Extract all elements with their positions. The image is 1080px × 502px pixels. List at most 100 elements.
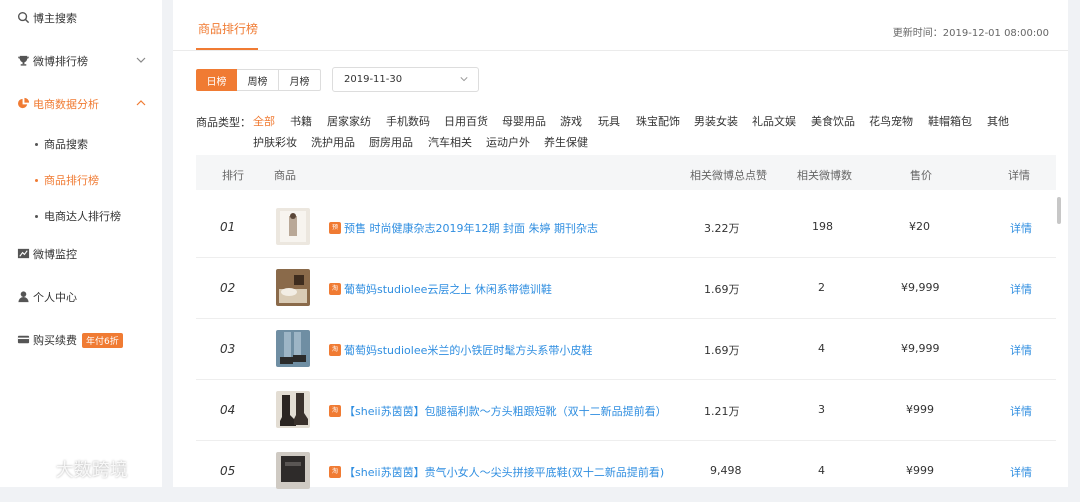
divider: [173, 50, 1068, 51]
scrollbar-thumb[interactable]: [1057, 197, 1061, 224]
category-item[interactable]: 护肤彩妆: [253, 134, 297, 150]
period-daily-button[interactable]: 日榜: [196, 69, 237, 91]
likes-cell: 1.21万: [704, 405, 740, 418]
product-name-link[interactable]: 预售 时尚健康杂志2019年12期 封面 朱婷 期刊杂志: [344, 220, 598, 236]
pie-chart-icon: [18, 97, 30, 109]
taobao-tag-icon: 淘: [329, 466, 341, 478]
product-thumbnail: [276, 269, 310, 306]
watermark-text: 大数跨境: [55, 460, 128, 481]
nav-label: 微博排行榜: [33, 55, 88, 68]
detail-link[interactable]: 详情: [1010, 220, 1032, 236]
likes-cell: 1.69万: [704, 283, 740, 296]
table-row[interactable]: 04 淘 【sheii苏茵茵】包腿福利款～方头粗跟短靴（双十二新品提前看） 1.…: [196, 380, 1056, 441]
nav-weibo-monitor[interactable]: 微博监控: [0, 242, 162, 266]
product-thumbnail: [276, 391, 310, 428]
category-item[interactable]: 男装女装: [694, 113, 738, 129]
category-item[interactable]: 手机数码: [386, 113, 430, 129]
date-select[interactable]: 2019-11-30: [332, 67, 479, 92]
rank-cell: 02: [220, 281, 236, 295]
category-item[interactable]: 日用百货: [444, 113, 488, 129]
presale-tag-icon: 预: [329, 222, 341, 234]
nav-label: 购买续费: [33, 334, 77, 347]
product-thumbnail: [276, 452, 310, 489]
col-likes: 相关微博总点赞: [690, 169, 767, 182]
line-chart-icon: [17, 248, 30, 259]
detail-link[interactable]: 详情: [1010, 403, 1032, 419]
posts-cell: 4: [818, 464, 825, 477]
category-item[interactable]: 厨房用品: [369, 134, 413, 150]
category-item[interactable]: 花鸟宠物: [869, 113, 913, 129]
nav-personal-center[interactable]: 个人中心: [0, 285, 162, 309]
table-header: 排行 商品 相关微博总点赞 相关微博数 售价 详情: [196, 155, 1056, 190]
category-item[interactable]: 美食饮品: [811, 113, 855, 129]
search-icon: [17, 11, 30, 24]
trophy-icon: [17, 55, 30, 66]
nav-weibo-rank[interactable]: 微博排行榜: [0, 49, 162, 73]
col-product: 商品: [274, 169, 296, 182]
likes-cell: 3.22万: [704, 222, 740, 235]
product-name-link[interactable]: 【sheii苏茵茵】包腿福利款～方头粗跟短靴（双十二新品提前看）: [344, 403, 667, 419]
product-name-link[interactable]: 葡萄妈studiolee米兰的小铁匠时髦方头系带小皮鞋: [344, 342, 592, 358]
chevron-up-icon: [136, 100, 146, 106]
category-item[interactable]: 礼品文娱: [752, 113, 796, 129]
category-item[interactable]: 书籍: [290, 113, 312, 129]
nav-label: 电商数据分析: [33, 98, 99, 111]
subnav-product-search[interactable]: 商品搜索: [35, 136, 88, 152]
table-row[interactable]: 03 淘 葡萄妈studiolee米兰的小铁匠时髦方头系带小皮鞋 1.69万 4…: [196, 319, 1056, 380]
detail-link[interactable]: 详情: [1010, 342, 1032, 358]
taobao-tag-icon: 淘: [329, 344, 341, 356]
table-row[interactable]: 02 淘 葡萄妈studiolee云层之上 休闲系带德训鞋 1.69万 2 ¥9…: [196, 258, 1056, 319]
detail-link[interactable]: 详情: [1010, 464, 1032, 480]
col-rank: 排行: [222, 169, 244, 182]
category-item[interactable]: 运动户外: [486, 134, 530, 150]
category-item[interactable]: 养生保健: [544, 134, 588, 150]
product-thumbnail: [276, 330, 310, 367]
col-posts: 相关微博数: [797, 169, 852, 182]
period-monthly-button[interactable]: 月榜: [279, 69, 321, 91]
category-item[interactable]: 居家家纺: [327, 113, 371, 129]
category-all[interactable]: 全部: [253, 113, 275, 129]
nav-purchase[interactable]: 购买续费: [0, 328, 162, 352]
category-item[interactable]: 汽车相关: [428, 134, 472, 150]
posts-cell: 3: [818, 403, 825, 416]
tab-product-rank[interactable]: 商品排行榜: [198, 20, 258, 37]
price-cell: ¥9,999: [901, 281, 940, 294]
nav-label: 个人中心: [33, 291, 77, 304]
main-panel: 商品排行榜 更新时间：2019-12-01 08:00:00 日榜 周榜 月榜 …: [173, 0, 1068, 489]
nav-ecommerce[interactable]: 电商数据分析: [0, 92, 162, 116]
rank-cell: 04: [220, 403, 236, 417]
subnav-influencer-rank[interactable]: 电商达人排行榜: [35, 208, 121, 224]
category-item[interactable]: 其他: [987, 113, 1009, 129]
period-weekly-button[interactable]: 周榜: [237, 69, 279, 91]
category-item[interactable]: 珠宝配饰: [636, 113, 680, 129]
price-cell: ¥9,999: [901, 342, 940, 355]
table-row[interactable]: 01 预 预售 时尚健康杂志2019年12期 封面 朱婷 期刊杂志 3.22万 …: [196, 197, 1056, 258]
subnav-label: 电商达人排行榜: [44, 210, 121, 223]
category-item[interactable]: 玩具: [598, 113, 620, 129]
category-item[interactable]: 鞋帽箱包: [928, 113, 972, 129]
price-cell: ¥999: [906, 464, 934, 477]
rank-cell: 05: [220, 464, 236, 478]
table-row[interactable]: 05 淘 【sheii苏茵茵】贵气小女人～尖头拼接平底鞋(双十二新品提前看) 9…: [196, 441, 1056, 502]
product-name-link[interactable]: 葡萄妈studiolee云层之上 休闲系带德训鞋: [344, 281, 552, 297]
posts-cell: 4: [818, 342, 825, 355]
posts-cell: 198: [812, 220, 833, 233]
nav-label: 微博监控: [33, 248, 77, 261]
taobao-tag-icon: 淘: [329, 283, 341, 295]
card-icon: [17, 335, 30, 344]
price-cell: ¥999: [906, 403, 934, 416]
posts-cell: 2: [818, 281, 825, 294]
category-item[interactable]: 游戏: [560, 113, 582, 129]
category-item[interactable]: 洗护用品: [311, 134, 355, 150]
subnav-product-rank[interactable]: 商品排行榜: [35, 172, 99, 188]
taobao-tag-icon: 淘: [329, 405, 341, 417]
product-name-link[interactable]: 【sheii苏茵茵】贵气小女人～尖头拼接平底鞋(双十二新品提前看): [344, 464, 664, 480]
detail-link[interactable]: 详情: [1010, 281, 1032, 297]
rank-cell: 01: [220, 220, 236, 234]
rank-cell: 03: [220, 342, 236, 356]
likes-cell: 9,498: [710, 464, 742, 477]
chevron-down-icon: [460, 77, 468, 82]
nav-blogger-search[interactable]: 博主搜索: [0, 6, 162, 30]
category-item[interactable]: 母婴用品: [502, 113, 546, 129]
chevron-down-icon: [136, 57, 146, 63]
